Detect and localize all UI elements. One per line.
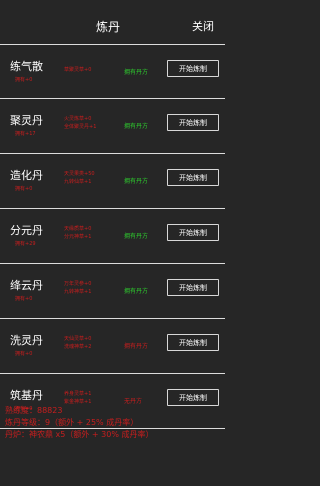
pill-row: 聚灵丹拥有+17 火灵炼草+0 全体聚灵丹+1 拥有丹方 开始炼制 bbox=[0, 99, 225, 154]
pill-owned-count: 拥有+0 bbox=[15, 77, 33, 83]
start-refine-button[interactable]: 开始炼制 bbox=[167, 389, 219, 406]
alchemy-stats: 熟练度：88823 炼丹等级：9（额外 + 25% 成丹率） 丹炉：神农鼎 x5… bbox=[5, 406, 220, 442]
proficiency-text: 熟练度：88823 bbox=[5, 406, 63, 415]
close-button[interactable]: 关闭 bbox=[192, 18, 214, 34]
material-line: 火灵炼草+0 bbox=[64, 116, 92, 122]
start-refine-button[interactable]: 开始炼制 bbox=[167, 60, 219, 77]
pill-materials: 万年灵参+0 九转神草+1 bbox=[64, 280, 91, 296]
furnace-text: 丹炉：神农鼎 x5（额外 + 30% 成丹率） bbox=[5, 430, 154, 439]
material-line: 九转仙草+1 bbox=[64, 179, 92, 185]
recipe-status: 拥有丹方 bbox=[124, 69, 149, 76]
start-refine-button[interactable]: 开始炼制 bbox=[167, 114, 219, 131]
pill-name: 分元丹 bbox=[10, 224, 43, 237]
pill-row: 造化丹拥有+0 天灵果类+50 九转仙草+1 拥有丹方 开始炼制 bbox=[0, 154, 225, 209]
pill-name: 绛云丹 bbox=[10, 279, 43, 292]
pill-materials: 草聚灵草+0 bbox=[64, 66, 91, 74]
pill-materials: 养身灵草+1 紫金神草+1 bbox=[64, 390, 91, 406]
header-bar: 炼丹 关闭 bbox=[0, 0, 225, 50]
recipe-status: 无丹方 bbox=[124, 398, 143, 405]
pill-owned-count: 拥有+29 bbox=[15, 241, 36, 247]
pill-row: 分元丹拥有+29 天缘质草+0 分元神草+1 拥有丹方 开始炼制 bbox=[0, 209, 225, 264]
recipe-status: 拥有丹方 bbox=[124, 123, 149, 130]
material-line: 天缘质草+0 bbox=[64, 226, 92, 232]
pill-materials: 天灵果类+50 九转仙草+1 bbox=[64, 170, 95, 186]
pill-name: 聚灵丹 bbox=[10, 114, 43, 127]
page-title: 炼丹 bbox=[96, 20, 121, 34]
pill-materials: 天缘质草+0 分元神草+1 bbox=[64, 225, 91, 241]
recipe-status: 拥有丹方 bbox=[124, 288, 149, 295]
pill-owned-count: 拥有+0 bbox=[15, 296, 33, 302]
pill-name: 练气散 bbox=[10, 60, 43, 73]
recipe-status: 拥有丹方 bbox=[124, 343, 149, 350]
alchemy-level-text: 炼丹等级：9（额外 + 25% 成丹率） bbox=[5, 418, 139, 427]
start-refine-button[interactable]: 开始炼制 bbox=[167, 224, 219, 241]
pill-name: 筑基丹 bbox=[10, 389, 43, 402]
material-line: 全体聚灵丹+1 bbox=[64, 124, 97, 130]
recipe-status: 拥有丹方 bbox=[124, 178, 149, 185]
material-line: 分元神草+1 bbox=[64, 234, 92, 240]
material-line: 紫金神草+1 bbox=[64, 399, 92, 405]
recipe-status: 拥有丹方 bbox=[124, 233, 149, 240]
pill-name: 洗灵丹 bbox=[10, 334, 43, 347]
material-line: 养身灵草+1 bbox=[64, 391, 92, 397]
pill-materials: 火灵炼草+0 全体聚灵丹+1 bbox=[64, 115, 96, 131]
pill-row: 洗灵丹拥有+0 天仙灵草+0 洗魂神草+2 拥有丹方 开始炼制 bbox=[0, 319, 225, 374]
pill-owned-count: 拥有+17 bbox=[15, 131, 36, 137]
material-line: 洗魂神草+2 bbox=[64, 344, 92, 350]
material-line: 天仙灵草+0 bbox=[64, 336, 92, 342]
pill-owned-count: 拥有+0 bbox=[15, 351, 33, 357]
material-line: 草聚灵草+0 bbox=[64, 67, 92, 73]
pill-name: 造化丹 bbox=[10, 169, 43, 182]
start-refine-button[interactable]: 开始炼制 bbox=[167, 169, 219, 186]
material-line: 九转神草+1 bbox=[64, 289, 92, 295]
start-refine-button[interactable]: 开始炼制 bbox=[167, 334, 219, 351]
start-refine-button[interactable]: 开始炼制 bbox=[167, 279, 219, 296]
material-line: 天灵果类+50 bbox=[64, 171, 95, 177]
material-line: 万年灵参+0 bbox=[64, 281, 92, 287]
pill-owned-count: 拥有+0 bbox=[15, 186, 33, 192]
pill-row: 绛云丹拥有+0 万年灵参+0 九转神草+1 拥有丹方 开始炼制 bbox=[0, 264, 225, 319]
pill-materials: 天仙灵草+0 洗魂神草+2 bbox=[64, 335, 91, 351]
pill-list: 练气散 拥有+0 草聚灵草+0 拥有丹方 开始炼制 聚灵丹 拥有+17 火灵炼草+0 全体聚灵丹… bbox=[0, 44, 225, 429]
pill-row: 练气散拥有+0 草聚灵草+0 拥有丹方 开始炼制 bbox=[0, 44, 225, 99]
